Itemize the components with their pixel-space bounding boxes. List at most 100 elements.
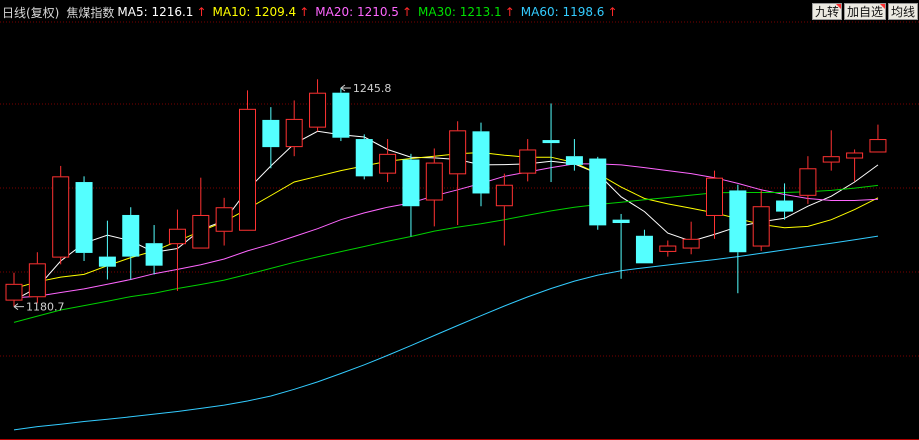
candle-body — [28, 263, 46, 298]
corner-marker-icon — [835, 4, 841, 9]
candle-up[interactable] — [519, 139, 537, 182]
add-watchlist-button[interactable]: 加自选 — [843, 3, 886, 20]
candle-body — [449, 130, 467, 175]
candle-up[interactable] — [425, 148, 443, 227]
corner-marker-icon — [879, 4, 885, 9]
ma-legend-ma30: MA30: 1213.1 — [418, 5, 502, 19]
candle-down[interactable] — [355, 134, 373, 180]
candle-down[interactable] — [262, 107, 280, 169]
candle-body — [589, 158, 607, 226]
candlestick-chart[interactable]: 1245.8 1180.7 — [0, 0, 919, 440]
ma-line-ma20 — [13, 163, 879, 299]
candle-body — [706, 177, 723, 216]
candle-down[interactable] — [612, 213, 630, 279]
candle-up[interactable] — [659, 240, 677, 257]
up-arrow-icon: ↑ — [504, 5, 515, 19]
candle-up[interactable] — [752, 190, 770, 251]
up-arrow-icon: ↑ — [299, 5, 310, 19]
period-label: 日线(复权) — [2, 5, 60, 20]
moving-average-button[interactable]: 均线 — [887, 3, 918, 20]
candle-down[interactable] — [472, 122, 490, 207]
toolbar-buttons: 九转 加自选 均线 — [811, 3, 918, 20]
up-arrow-icon: ↑ — [607, 5, 618, 19]
candle-down[interactable] — [776, 183, 794, 220]
candle-down[interactable] — [635, 229, 653, 264]
candle-up[interactable] — [682, 221, 700, 255]
candle-body — [752, 206, 770, 247]
candle-down[interactable] — [145, 225, 163, 275]
candle-up[interactable] — [5, 272, 23, 307]
candle-body — [5, 283, 23, 301]
candle-up[interactable] — [52, 165, 70, 265]
candle-up[interactable] — [706, 170, 723, 239]
candle-body — [309, 92, 327, 128]
candle-body — [192, 214, 210, 249]
candle-body — [612, 219, 630, 224]
ma-line-ma10 — [13, 151, 879, 289]
candle-body — [635, 235, 653, 264]
candle-body — [659, 245, 677, 252]
candle-body — [75, 182, 93, 253]
chart-window: 1245.8 1180.7 日线(复权) 焦煤指数 MA5: 1216.1 ↑ MA1… — [0, 0, 919, 440]
candle-body — [682, 238, 700, 249]
candle-body — [495, 184, 513, 207]
candle-body — [98, 256, 116, 267]
candle-body — [846, 152, 864, 159]
candle-body — [425, 162, 443, 201]
candle-up[interactable] — [215, 197, 233, 246]
low-price-marker: 1180.7 — [13, 301, 65, 314]
candle-body — [402, 159, 420, 207]
ma-legend-ma5: MA5: 1216.1 — [117, 5, 194, 19]
candle-body — [822, 156, 840, 163]
candle-body — [52, 176, 70, 258]
candle-up[interactable] — [869, 124, 887, 153]
candle-up[interactable] — [799, 156, 817, 204]
candle-body — [239, 108, 256, 231]
candle-up[interactable] — [379, 139, 397, 183]
candle-body — [168, 228, 186, 245]
candle-down[interactable] — [542, 103, 560, 183]
candle-down[interactable] — [589, 156, 607, 230]
candle-up[interactable] — [28, 252, 46, 304]
candle-body — [215, 207, 233, 232]
ma-legend-ma60: MA60: 1198.6 — [520, 5, 605, 19]
candle-down[interactable] — [75, 176, 93, 261]
candle-body — [542, 140, 560, 144]
candle-body — [145, 243, 163, 266]
candle-body — [122, 214, 140, 257]
candle-down[interactable] — [122, 207, 140, 280]
candle-body — [799, 168, 817, 196]
up-arrow-icon: ↑ — [196, 5, 207, 19]
candle-down[interactable] — [402, 153, 420, 237]
chart-header: 日线(复权) 焦煤指数 MA5: 1216.1 ↑ MA10: 1209.4 ↑ MA2… — [2, 3, 627, 21]
candle-body — [355, 139, 373, 177]
candle-body — [869, 139, 887, 153]
candle-body — [472, 131, 490, 194]
candle-body — [565, 156, 583, 165]
ma-line-ma5 — [13, 130, 879, 301]
candle-body — [729, 190, 747, 253]
candle-up[interactable] — [449, 121, 467, 226]
candle-body — [379, 153, 397, 174]
candle-down[interactable] — [332, 88, 350, 142]
marker-value-label: 1180.7 — [26, 301, 65, 314]
candle-body — [285, 118, 303, 148]
candle-body — [262, 119, 280, 148]
candle-up[interactable] — [309, 79, 327, 132]
ma-legend-ma20: MA20: 1210.5 — [315, 5, 399, 19]
candle-up[interactable] — [239, 90, 256, 231]
up-arrow-icon: ↑ — [401, 5, 412, 19]
marker-value-label: 1245.8 — [353, 82, 392, 95]
candle-up[interactable] — [495, 173, 513, 246]
index-name: 焦煤指数 — [66, 5, 115, 20]
candle-up[interactable] — [285, 100, 303, 157]
candle-down[interactable] — [729, 184, 747, 294]
candle-up[interactable] — [822, 130, 840, 171]
jiuzhuan-button[interactable]: 九转 — [811, 3, 842, 20]
moving-average-lines — [13, 130, 879, 431]
candle-up[interactable] — [168, 209, 186, 291]
candle-down[interactable] — [98, 220, 116, 280]
candle-body — [776, 200, 794, 212]
candle-up[interactable] — [846, 149, 864, 182]
ma-legend: MA5: 1216.1 ↑ MA10: 1209.4 ↑ MA20: 1210.5 ↑ MA… — [117, 5, 623, 19]
